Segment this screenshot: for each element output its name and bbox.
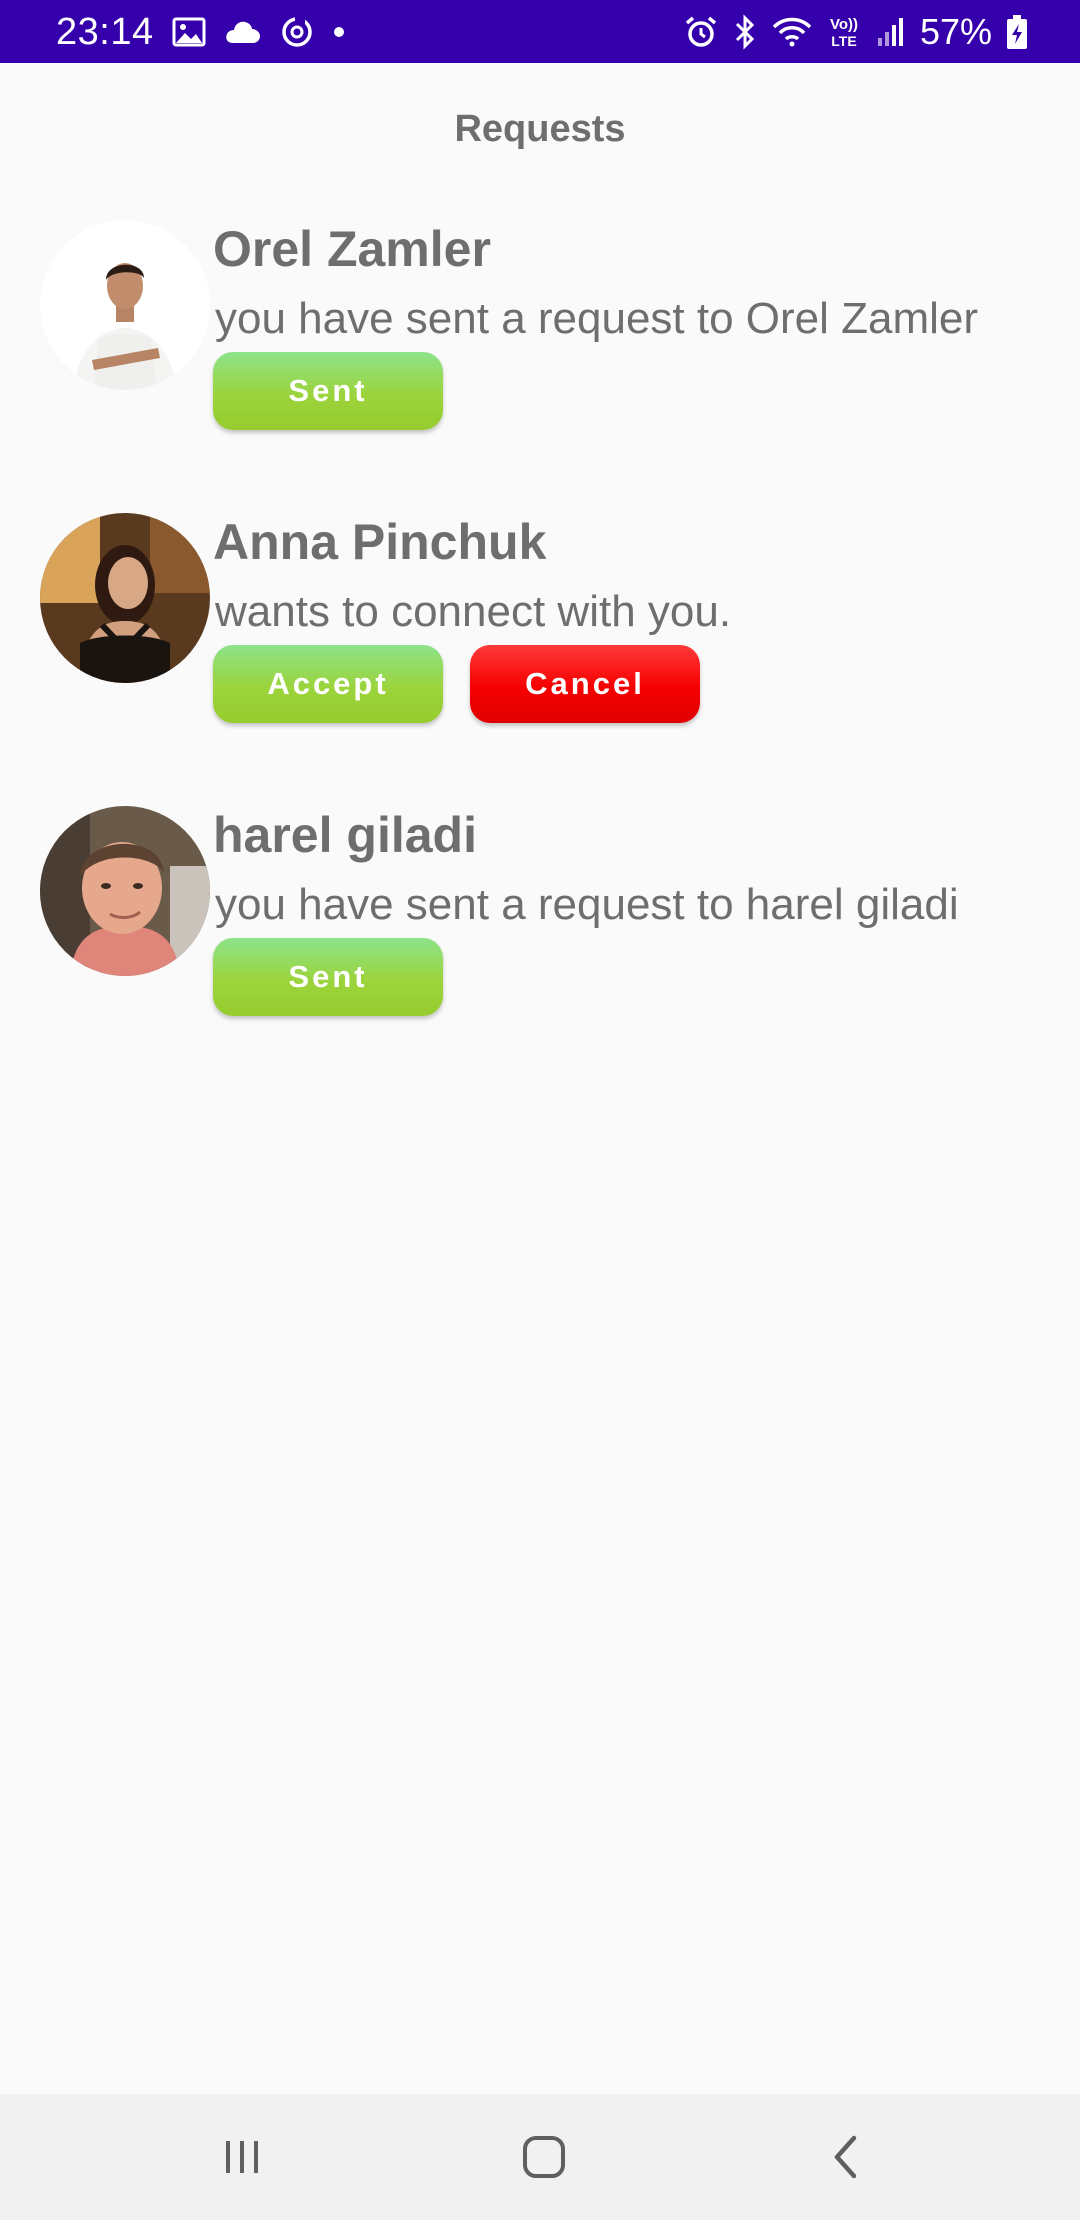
battery-percent: 57% <box>919 11 992 52</box>
cloud-icon <box>224 19 262 45</box>
avatar[interactable] <box>40 220 210 390</box>
request-name: Anna Pinchuk <box>213 514 547 570</box>
page-title: Requests <box>454 108 626 150</box>
request-item: Orel Zamler you have sent a request to O… <box>0 210 1080 470</box>
volte-label-top: Vo)) <box>830 16 858 33</box>
avatar[interactable] <box>40 513 210 683</box>
status-bar-left: 23:14 <box>56 8 346 56</box>
dot-icon <box>332 25 346 39</box>
wifi-icon <box>772 15 812 49</box>
volte-icon: Vo)) LTE <box>826 14 862 50</box>
sent-button[interactable]: Sent <box>213 938 443 1016</box>
battery-icon <box>1006 14 1028 50</box>
request-message: you have sent a request to harel giladi <box>215 880 959 929</box>
alarm-icon <box>684 15 718 49</box>
home-icon[interactable] <box>504 2124 584 2190</box>
sent-button[interactable]: Sent <box>213 352 443 430</box>
status-time: 23:14 <box>56 10 154 53</box>
back-icon[interactable] <box>806 2124 886 2190</box>
cancel-button[interactable]: Cancel <box>470 645 700 723</box>
image-icon <box>172 17 206 47</box>
signal-icon <box>876 16 906 48</box>
request-message: you have sent a request to Orel Zamler <box>215 294 979 343</box>
status-bar: 23:14 Vo)) LTE 57% <box>0 0 1080 63</box>
requests-screen: 23:14 Vo)) LTE 57% Requests Orel Zamler … <box>0 0 1080 2220</box>
avatar[interactable] <box>40 806 210 976</box>
request-message: wants to connect with you. <box>215 587 732 636</box>
recent-apps-icon[interactable] <box>202 2124 282 2190</box>
volte-label-bottom: LTE <box>831 33 856 49</box>
bluetooth-icon <box>732 14 758 50</box>
request-item: Anna Pinchuk wants to connect with you. … <box>0 503 1080 763</box>
request-name: Orel Zamler <box>213 221 491 277</box>
navigation-bar <box>0 2094 1080 2220</box>
request-item: harel giladi you have sent a request to … <box>0 796 1080 1056</box>
accept-button[interactable]: Accept <box>213 645 443 723</box>
request-name: harel giladi <box>213 807 477 863</box>
status-bar-right: Vo)) LTE 57% <box>684 8 1028 56</box>
sync-icon <box>280 15 314 49</box>
